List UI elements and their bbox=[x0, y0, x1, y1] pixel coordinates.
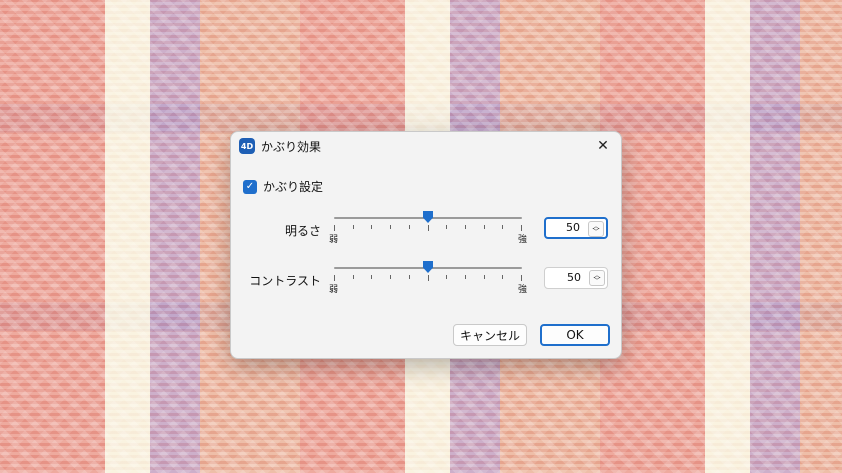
contrast-spinbox[interactable]: 50 ︿ ﹀ bbox=[544, 267, 608, 289]
slider-tick bbox=[409, 225, 410, 229]
slider-tick bbox=[521, 275, 522, 281]
spin-arrows-icon[interactable]: ︿ ﹀ bbox=[589, 270, 605, 286]
slider-thumb[interactable] bbox=[423, 211, 433, 223]
cancel-button[interactable]: キャンセル bbox=[453, 324, 527, 346]
slider-tick bbox=[334, 275, 335, 281]
fog-effect-dialog: 4D かぶり効果 ✕ ✓ かぶり設定 明るさ 弱 強 50 ︿ ﹀ コントラスト … bbox=[230, 131, 622, 359]
fog-setting-checkbox-row[interactable]: ✓ かぶり設定 bbox=[243, 178, 323, 195]
slider-min-label: 弱 bbox=[329, 285, 339, 295]
slider-tick bbox=[428, 275, 429, 281]
slider-tick bbox=[484, 225, 485, 229]
title-bar: 4D かぶり効果 ✕ bbox=[231, 132, 621, 160]
slider-max-label: 強 bbox=[517, 285, 527, 295]
app-logo-icon: 4D bbox=[239, 138, 255, 154]
slider-tick bbox=[502, 225, 503, 229]
slider-tick bbox=[390, 275, 391, 279]
slider-min-label: 弱 bbox=[329, 235, 339, 245]
slider-tick bbox=[484, 275, 485, 279]
brightness-slider[interactable]: 弱 強 bbox=[329, 211, 527, 245]
slider-tick bbox=[353, 225, 354, 229]
slider-tick bbox=[465, 225, 466, 229]
contrast-slider[interactable]: 弱 強 bbox=[329, 261, 527, 295]
slider-tick bbox=[371, 225, 372, 229]
contrast-label: コントラスト bbox=[249, 274, 321, 288]
dialog-title: かぶり効果 bbox=[261, 140, 322, 154]
contrast-value[interactable]: 50 bbox=[567, 271, 581, 284]
slider-thumb[interactable] bbox=[423, 261, 433, 273]
spin-arrows-icon[interactable]: ︿ ﹀ bbox=[588, 221, 604, 237]
slider-tick bbox=[446, 275, 447, 279]
slider-tick bbox=[446, 225, 447, 229]
slider-tick bbox=[521, 225, 522, 231]
slider-tick bbox=[353, 275, 354, 279]
slider-tick bbox=[465, 275, 466, 279]
brightness-value[interactable]: 50 bbox=[566, 221, 580, 234]
slider-tick bbox=[428, 225, 429, 231]
fog-setting-label: かぶり設定 bbox=[263, 180, 324, 194]
brightness-label: 明るさ bbox=[284, 224, 321, 238]
slider-tick bbox=[502, 275, 503, 279]
slider-tick bbox=[390, 225, 391, 229]
close-icon[interactable]: ✕ bbox=[593, 136, 613, 156]
ok-button[interactable]: OK bbox=[540, 324, 610, 346]
fog-setting-checkbox[interactable]: ✓ bbox=[243, 179, 257, 194]
slider-tick bbox=[409, 275, 410, 279]
slider-tick bbox=[371, 275, 372, 279]
brightness-spinbox[interactable]: 50 ︿ ﹀ bbox=[544, 217, 608, 239]
slider-tick bbox=[334, 225, 335, 231]
slider-max-label: 強 bbox=[517, 235, 527, 245]
